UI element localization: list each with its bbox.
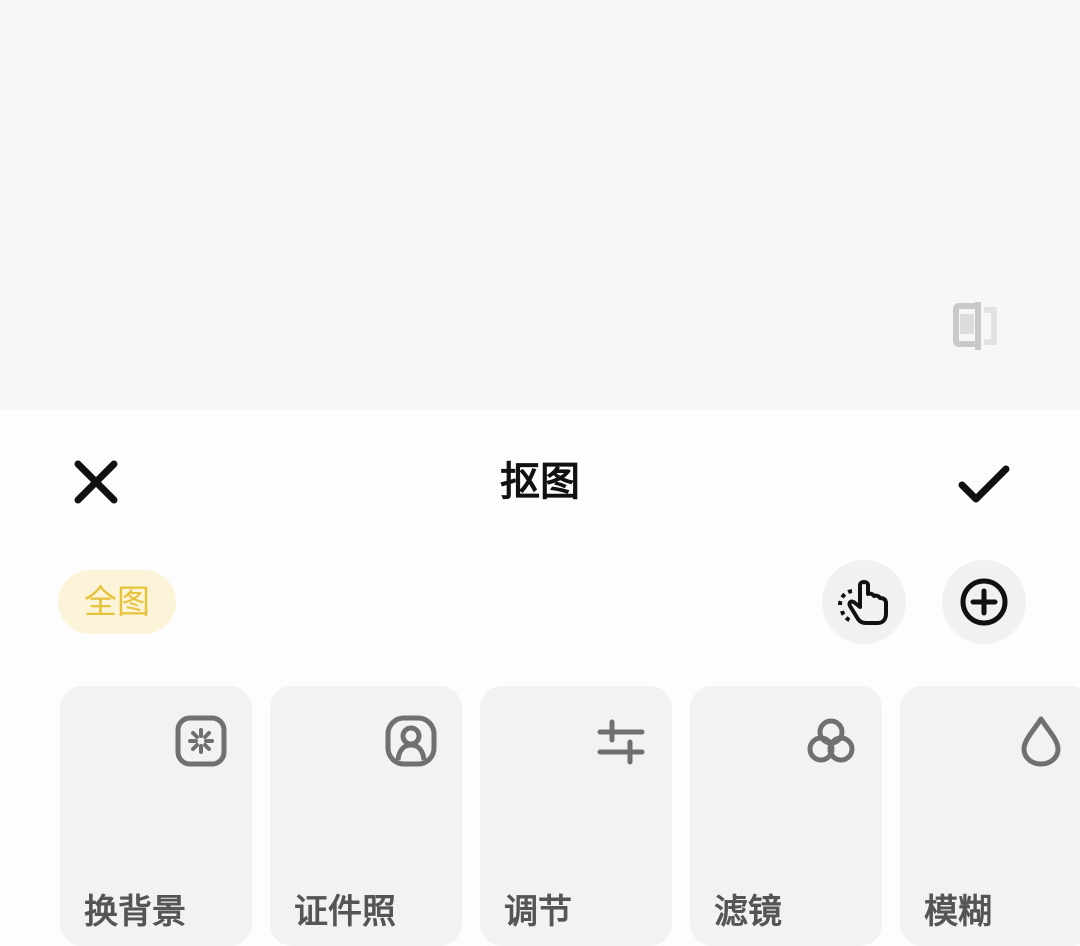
- droplet-icon: [1014, 714, 1068, 768]
- add-region-button[interactable]: [942, 560, 1026, 644]
- card-change-background[interactable]: 换背景: [60, 686, 252, 946]
- close-button[interactable]: [66, 452, 126, 512]
- card-id-photo[interactable]: 证件照: [270, 686, 462, 946]
- card-label: 换背景: [84, 892, 186, 932]
- full-image-chip[interactable]: 全图: [58, 570, 176, 634]
- plus-circle-icon: [960, 578, 1008, 626]
- card-adjust[interactable]: 调节: [480, 686, 672, 946]
- confirm-button[interactable]: [952, 452, 1016, 516]
- card-label: 模糊: [924, 892, 992, 932]
- card-label: 滤镜: [714, 892, 782, 932]
- card-label: 调节: [504, 892, 572, 932]
- id-photo-icon: [384, 714, 438, 768]
- tap-select-button[interactable]: [822, 560, 906, 644]
- page-title-text: 抠图: [500, 459, 580, 505]
- aperture-icon: [174, 714, 228, 768]
- compare-icon[interactable]: [950, 298, 1006, 354]
- close-icon: [74, 460, 118, 504]
- sliders-icon: [594, 714, 648, 768]
- card-filter[interactable]: 滤镜: [690, 686, 882, 946]
- check-icon: [958, 465, 1010, 503]
- card-blur[interactable]: 模糊: [900, 686, 1080, 946]
- tap-select-icon: [837, 580, 888, 625]
- image-preview: [0, 0, 1080, 410]
- filter-circles-icon: [804, 714, 858, 768]
- card-label: 证件照: [294, 892, 396, 932]
